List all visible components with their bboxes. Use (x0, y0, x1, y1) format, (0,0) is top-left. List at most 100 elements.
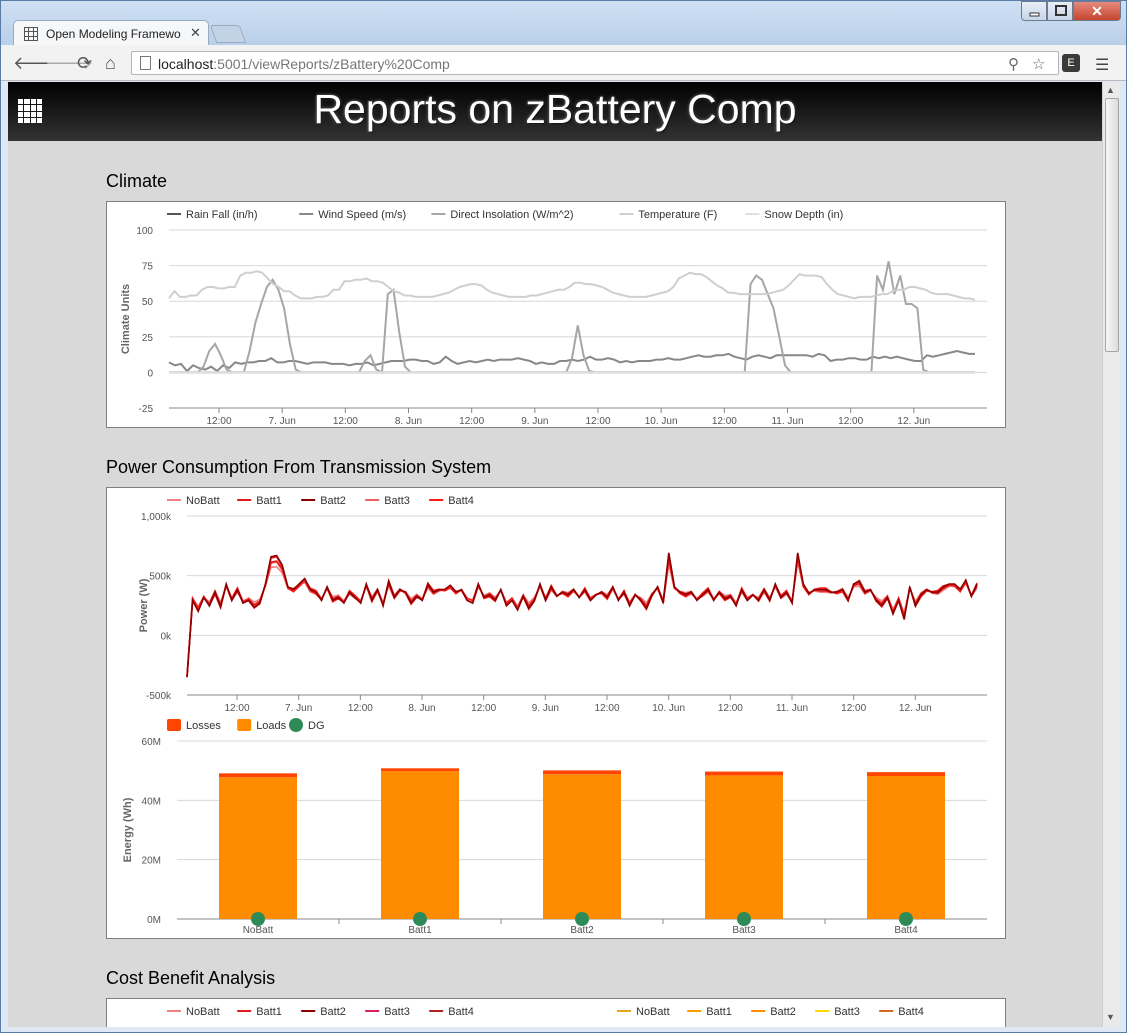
legend-label: Batt3 (834, 1006, 860, 1018)
cost-right-legend-item: Batt4 (879, 1006, 924, 1018)
series-line-batt4 (186, 554, 978, 678)
legend-label: Batt4 (448, 1006, 474, 1018)
x-tick-label: 12:00 (594, 703, 619, 714)
x-tick-label: 10. Jun (652, 703, 685, 714)
legend-label: Batt1 (256, 495, 282, 507)
legend-label: Batt4 (898, 1006, 924, 1018)
new-tab-button[interactable] (209, 25, 247, 43)
address-bar[interactable]: localhost:5001/viewReports/zBattery%20Co… (131, 51, 1059, 75)
y-tick-label: 25 (142, 333, 154, 344)
legend-label: Batt2 (320, 495, 346, 507)
dg-point-batt1 (413, 912, 427, 926)
legend-label: Wind Speed (m/s) (318, 209, 406, 221)
x-tick-label: 11. Jun (776, 703, 808, 714)
legend-swatch (237, 719, 252, 731)
y-tick-label: 500k (149, 572, 172, 583)
climate-legend-item: Direct Insolation (W/m^2) (431, 209, 574, 221)
cost-left-legend-item: Batt1 (237, 1006, 282, 1018)
maximize-button[interactable] (1047, 1, 1073, 21)
energy-legend-item: Losses (167, 719, 221, 732)
legend-label: Temperature (F) (638, 209, 717, 221)
browser-tab[interactable]: Open Modeling Framework ✕ (13, 20, 209, 46)
climate-section-title: Climate (106, 171, 168, 191)
close-icon: ✕ (1091, 3, 1103, 19)
menu-icon[interactable]: ☰ (1095, 55, 1109, 75)
y-tick-label: 0k (160, 631, 172, 642)
vertical-scrollbar[interactable]: ▲ ▼ (1102, 82, 1120, 1027)
legend-label: Batt1 (706, 1006, 732, 1018)
y-tick-label: 40M (142, 796, 161, 807)
tab-close-icon[interactable]: ✕ (190, 25, 201, 41)
cost-section-title: Cost Benefit Analysis (106, 968, 276, 988)
power-section-title: Power Consumption From Transmission Syst… (106, 457, 492, 477)
y-tick-label: -500k (146, 691, 172, 702)
legend-swatch (289, 718, 303, 732)
legend-label: Losses (186, 720, 221, 732)
page-title: Reports on zBattery Comp (313, 86, 797, 132)
cost-left-legend-item: Batt2 (301, 1006, 346, 1018)
y-axis-label: Energy (Wh) (122, 797, 134, 862)
x-tick-label: 12:00 (712, 416, 737, 427)
y-tick-label: 1,000k (141, 512, 172, 523)
minimize-icon (1029, 12, 1040, 17)
bar-loads-batt3 (705, 775, 783, 919)
y-tick-label: 50 (142, 297, 154, 308)
y-tick-label: 100 (136, 226, 153, 237)
legend-label: NoBatt (186, 495, 220, 507)
x-tick-label: 12. Jun (897, 416, 930, 427)
bar-loads-nobatt (219, 777, 297, 919)
legend-label: Direct Insolation (W/m^2) (450, 209, 573, 221)
page-viewport: Reports on zBattery Comp Climate Rain Fa… (8, 82, 1102, 1027)
reload-icon[interactable]: ⟳ (77, 53, 92, 74)
y-axis-label: Power (W) (138, 578, 150, 632)
power-legend-item: Batt4 (429, 495, 474, 507)
x-tick-label: 8. Jun (408, 703, 435, 714)
x-tick-label: 12. Jun (899, 703, 932, 714)
x-tick-label: 11. Jun (771, 416, 803, 427)
power-legend-item: Batt1 (237, 495, 282, 507)
minimize-button[interactable] (1021, 1, 1047, 21)
x-tick-label: 12:00 (348, 703, 373, 714)
evernote-extension-icon[interactable]: E (1062, 54, 1080, 72)
climate-legend-item: Temperature (F) (619, 209, 717, 221)
browser-toolbar: 🡐 🡒 ⟳ ⌂ localhost:5001/viewReports/zBatt… (1, 45, 1126, 81)
close-window-button[interactable]: ✕ (1073, 1, 1121, 21)
scroll-up-arrow-icon[interactable]: ▲ (1106, 85, 1115, 95)
x-tick-label: 8. Jun (395, 416, 422, 427)
legend-label: DG (308, 720, 325, 732)
bar-losses-batt2 (543, 770, 621, 775)
cost-left-legend-item: NoBatt (167, 1006, 220, 1018)
cost-right-legend-item: Batt3 (815, 1006, 860, 1018)
cost-chart: NoBatt Batt1 Batt2 Batt3 Batt4 NoBatt Batt1 Bat… (167, 1006, 924, 1018)
x-tick-label: Batt2 (570, 925, 594, 936)
legend-label: NoBatt (636, 1006, 670, 1018)
legend-label: Batt3 (384, 495, 410, 507)
dg-point-nobatt (251, 912, 265, 926)
page-icon (140, 56, 151, 70)
dg-point-batt4 (899, 912, 913, 926)
series-line-batt2 (186, 552, 978, 678)
y-tick-label: 0M (147, 915, 161, 926)
legend-label: Batt1 (256, 1006, 282, 1018)
legend-label: NoBatt (186, 1006, 220, 1018)
x-tick-label: 12:00 (838, 416, 863, 427)
home-icon[interactable]: ⌂ (105, 53, 116, 74)
x-tick-label: 12:00 (459, 416, 484, 427)
bookmark-star-icon[interactable]: ☆ (1032, 55, 1045, 73)
legend-label: Batt2 (770, 1006, 796, 1018)
legend-label: Rain Fall (in/h) (186, 209, 258, 221)
power-legend-item: Batt2 (301, 495, 346, 507)
scroll-thumb[interactable] (1105, 98, 1119, 352)
y-tick-label: 75 (142, 262, 154, 273)
maximize-icon (1055, 5, 1067, 16)
bar-loads-batt4 (867, 776, 945, 919)
x-tick-label: 9. Jun (521, 416, 548, 427)
zoom-icon[interactable]: ⚲ (1008, 55, 1019, 73)
cost-right-legend-item: NoBatt (617, 1006, 670, 1018)
energy-legend-item: DG (289, 718, 325, 732)
x-tick-label: 7. Jun (269, 416, 296, 427)
climate-legend-item: Wind Speed (m/s) (299, 209, 406, 221)
scroll-down-arrow-icon[interactable]: ▼ (1106, 1012, 1115, 1022)
browser-window: Open Modeling Framework ✕ ✕ 🡐 🡒 ⟳ ⌂ loca… (0, 0, 1127, 1033)
url-text: localhost:5001/viewReports/zBattery%20Co… (158, 56, 450, 72)
